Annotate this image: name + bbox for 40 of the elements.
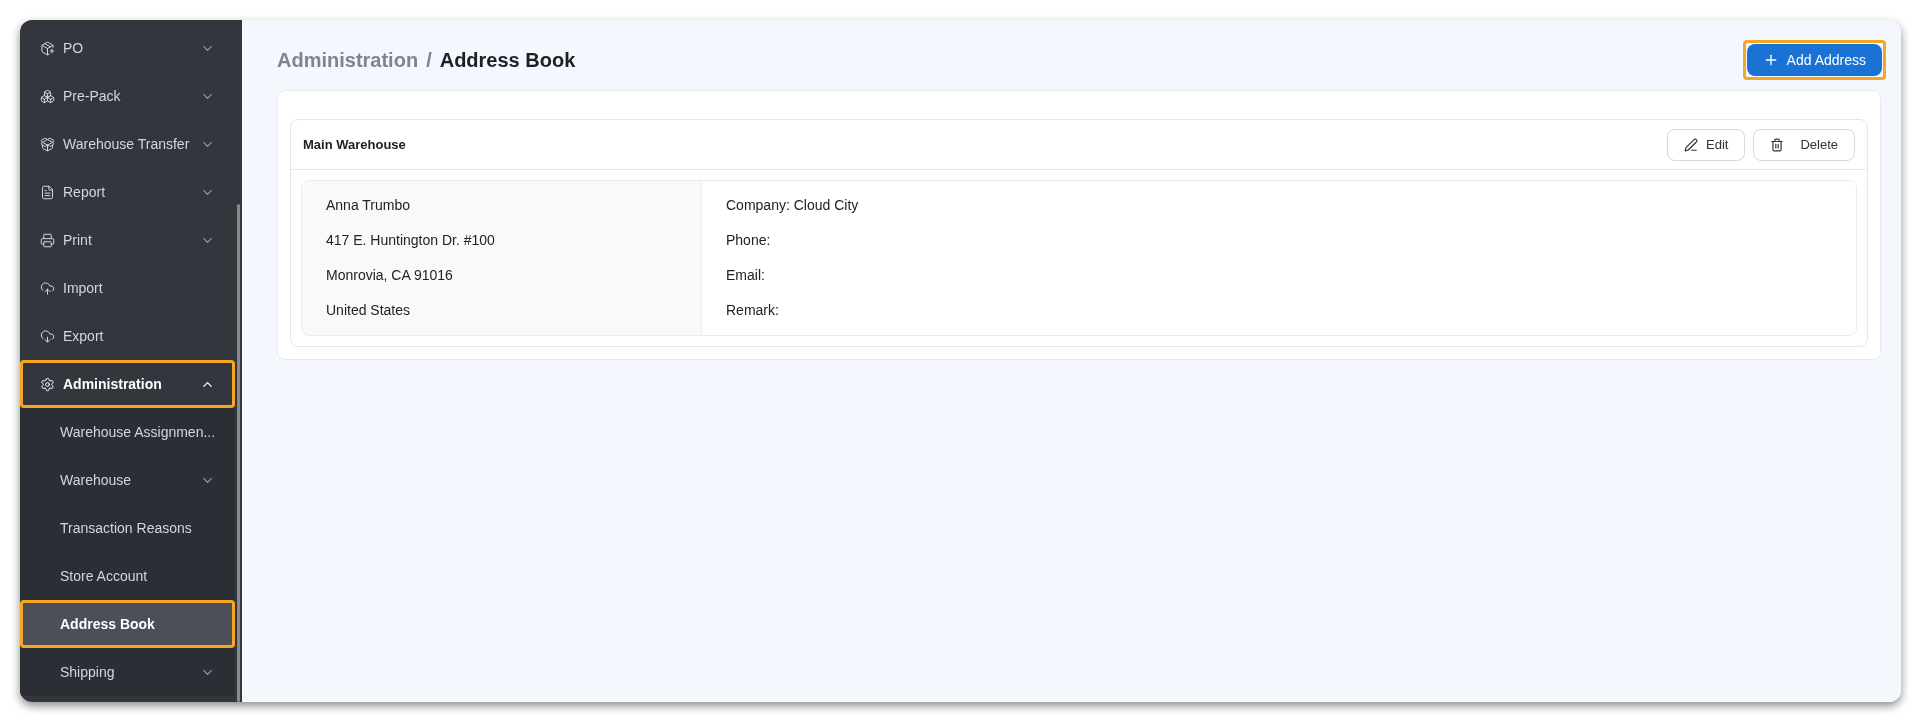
sidebar-item[interactable]: Shipping [20, 648, 236, 696]
sidebar-item[interactable]: Report [20, 168, 236, 216]
address-line: Monrovia, CA 91016 [326, 266, 454, 285]
address-title: Main Warehouse [303, 135, 406, 154]
package-icon [40, 136, 55, 152]
sidebar-item[interactable]: Export [20, 312, 236, 360]
package-plus-icon [40, 40, 55, 56]
contact-line: Email: [726, 266, 766, 285]
contact-line: Company: Cloud City [726, 196, 860, 215]
address-line: Anna Trumbo [326, 196, 412, 215]
scrollbar-thumb[interactable] [237, 204, 240, 702]
sidebar-item[interactable]: Transaction Reasons [20, 504, 236, 552]
contact-line: Phone: [726, 231, 772, 250]
address-line: United States [326, 301, 412, 320]
address-line: 417 E. Huntington Dr. #100 [326, 231, 496, 250]
printer-icon [40, 232, 55, 248]
sidebar-item[interactable]: Import [20, 264, 236, 312]
sidebar-item[interactable]: Warehouse [20, 456, 236, 504]
boxes-icon [40, 88, 55, 104]
sidebar-item[interactable]: Warehouse Transfer [20, 120, 236, 168]
sidebar-item[interactable]: Administration [20, 360, 236, 408]
sidebar-item[interactable]: Print [20, 216, 236, 264]
sidebar-item[interactable]: Address Book [20, 600, 236, 648]
settings-icon [40, 376, 55, 392]
trash-icon [1770, 137, 1785, 152]
page-title: Address Book [439, 48, 576, 73]
pen-icon [1684, 137, 1698, 152]
document-icon [40, 184, 55, 200]
cloud-upload-icon [40, 280, 55, 296]
contact-line: Remark: [726, 301, 780, 320]
sidebar-item[interactable]: Warehouse Assignmen... [20, 408, 236, 456]
breadcrumb-separator: / [426, 48, 432, 73]
sidebar-item[interactable]: Pre-Pack [20, 72, 236, 120]
add-address-button[interactable]: Add Address [1746, 44, 1882, 76]
breadcrumb-parent[interactable]: Administration [277, 45, 419, 75]
delete-button[interactable]: Delete [1753, 128, 1855, 161]
edit-button[interactable]: Edit [1667, 128, 1746, 161]
sidebar-item[interactable]: Store Account [20, 552, 236, 600]
cloud-download-icon [40, 328, 55, 344]
sidebar-item[interactable]: PO [20, 24, 236, 72]
